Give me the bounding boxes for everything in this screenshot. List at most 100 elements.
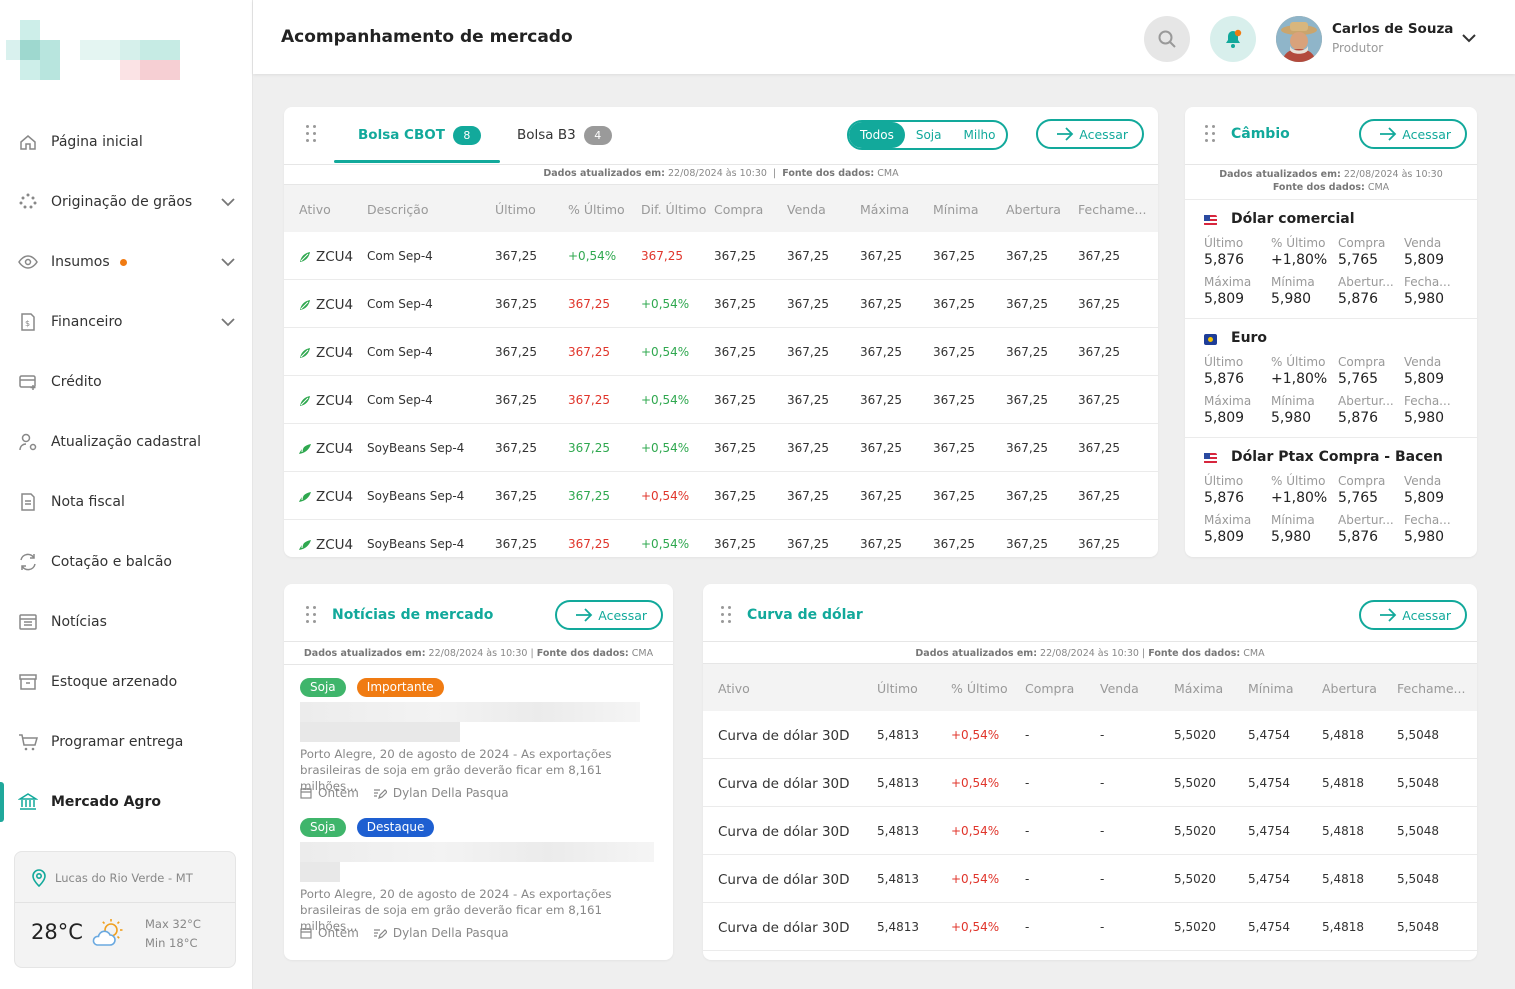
currency-block[interactable]: Dólar comercial Último 5,876 % Último +1,80%… bbox=[1185, 199, 1477, 318]
user-menu-chevron-icon[interactable] bbox=[1461, 30, 1477, 46]
column-header[interactable]: Venda bbox=[787, 202, 826, 217]
cell: 5,5020 bbox=[1174, 824, 1216, 838]
column-header[interactable]: Dif. Último bbox=[641, 202, 706, 217]
currency-value: 5,809 bbox=[1204, 410, 1245, 426]
column-header[interactable]: Máxima bbox=[860, 202, 909, 217]
table-row[interactable]: Curva de dólar 30D 5,4813 +0,54% - - 5,5020 5,… bbox=[703, 711, 1477, 759]
currency-label: Fecha... bbox=[1404, 394, 1451, 408]
filter-milho[interactable]: Milho bbox=[953, 122, 1007, 148]
column-header[interactable]: Fechame... bbox=[1397, 681, 1465, 696]
currency-block[interactable]: Euro Último 5,876 % Último +1,80% Compra 5,765… bbox=[1185, 318, 1477, 437]
table-row[interactable]: Curva de dólar 30D 5,4813 +0,54% - - 5,5020 5,… bbox=[703, 903, 1477, 951]
drag-handle-icon[interactable] bbox=[1205, 125, 1217, 143]
sidebar-item-credito[interactable]: Crédito bbox=[0, 352, 252, 412]
sidebar-item-atualizacao-cadastral[interactable]: Atualização cadastral bbox=[0, 412, 252, 472]
tab-bolsa-b3[interactable]: Bolsa B3 4 bbox=[517, 126, 612, 145]
column-header[interactable]: Venda bbox=[1100, 681, 1139, 696]
column-header[interactable]: Mínima bbox=[1248, 681, 1294, 696]
news-tag[interactable]: Soja bbox=[300, 818, 346, 837]
eye-icon bbox=[18, 252, 38, 272]
notifications-button[interactable] bbox=[1210, 16, 1256, 62]
sidebar-item-pagina-inicial[interactable]: Página inicial bbox=[0, 112, 252, 172]
cell-compra: 367,25 bbox=[714, 345, 756, 359]
table-row[interactable]: ZCU4 Com Sep-4 367,25 +0,54% 367,25 367,25 367… bbox=[284, 232, 1158, 280]
cell: 5,4818 bbox=[1322, 776, 1364, 790]
sidebar-item-estoque-arzenado[interactable]: Estoque arzenado bbox=[0, 652, 252, 712]
grain-icon bbox=[18, 192, 38, 212]
search-button[interactable] bbox=[1144, 16, 1190, 62]
table-row[interactable]: ZCU4 Com Sep-4 367,25 367,25 +0,54% 367,25 367… bbox=[284, 280, 1158, 328]
cell: 5,4818 bbox=[1322, 728, 1364, 742]
news-access-button[interactable]: Acessar bbox=[555, 600, 663, 630]
cell-ativo: ZCU4 bbox=[316, 537, 354, 553]
column-header[interactable]: Abertura bbox=[1322, 681, 1377, 696]
news-tag[interactable]: Importante bbox=[356, 678, 444, 697]
column-header[interactable]: Último bbox=[877, 681, 918, 696]
sidebar-item-nota-fiscal[interactable]: Nota fiscal bbox=[0, 472, 252, 532]
drag-handle-icon[interactable] bbox=[721, 606, 733, 624]
cell: 5,4813 bbox=[877, 728, 919, 742]
sidebar-item-originacao-de-graos[interactable]: Originação de grãos bbox=[0, 172, 252, 232]
table-row[interactable]: ZCU4 SoyBeans Sep-4 367,25 367,25 +0,54% 367,… bbox=[284, 424, 1158, 472]
cell-max: 367,25 bbox=[860, 537, 902, 551]
table-row[interactable]: Curva de dólar 30D 5,4813 +0,54% - - 5,5020 5,… bbox=[703, 855, 1477, 903]
cell-desc: Com Sep-4 bbox=[367, 249, 433, 263]
column-header[interactable]: % Último bbox=[568, 202, 625, 217]
table-row[interactable]: ZCU4 Com Sep-4 367,25 367,25 +0,54% 367,25 367… bbox=[284, 376, 1158, 424]
column-header[interactable]: Abertura bbox=[1006, 202, 1061, 217]
cell-fech: 367,25 bbox=[1078, 345, 1120, 359]
table-row[interactable]: ZCU4 Com Sep-4 367,25 367,25 +0,54% 367,25 367… bbox=[284, 328, 1158, 376]
svg-text:$: $ bbox=[25, 319, 30, 328]
sidebar-item-insumos[interactable]: Insumos bbox=[0, 232, 252, 292]
column-header[interactable]: Compra bbox=[1025, 681, 1074, 696]
filter-soja[interactable]: Soja bbox=[905, 122, 953, 148]
column-header[interactable]: Ativo bbox=[299, 202, 331, 217]
column-header[interactable]: Ativo bbox=[718, 681, 750, 696]
curva-access-button[interactable]: Acessar bbox=[1359, 600, 1467, 630]
column-header[interactable]: % Último bbox=[951, 681, 1008, 696]
sidebar-item-financeiro[interactable]: $ Financeiro bbox=[0, 292, 252, 352]
column-header[interactable]: Último bbox=[495, 202, 536, 217]
calendar-icon bbox=[300, 788, 312, 799]
cell-pct: 367,25 bbox=[568, 297, 610, 311]
table-row[interactable]: Curva de dólar 30D 5,4813 +0,54% - - 5,5020 5,… bbox=[703, 759, 1477, 807]
drag-handle-icon[interactable] bbox=[306, 125, 318, 143]
drag-handle-icon[interactable] bbox=[306, 606, 318, 624]
table-row[interactable]: ZCU4 SoyBeans Sep-4 367,25 367,25 +0,54% 367,… bbox=[284, 472, 1158, 520]
filter-todos[interactable]: Todos bbox=[849, 122, 905, 148]
cell: 5,5020 bbox=[1174, 728, 1216, 742]
sidebar-item-programar-entrega[interactable]: Programar entrega bbox=[0, 712, 252, 772]
bolsa-access-button[interactable]: Acessar bbox=[1036, 119, 1144, 149]
user-photo-icon bbox=[1276, 16, 1322, 62]
column-header[interactable]: Fechame... bbox=[1078, 202, 1146, 217]
sidebar-item-cotacao-e-balcao[interactable]: Cotação e balcão bbox=[0, 532, 252, 592]
currency-label: Abertur... bbox=[1338, 275, 1394, 289]
table-row[interactable]: ZCU4 SoyBeans Sep-4 367,25 367,25 +0,54% 367,… bbox=[284, 520, 1158, 557]
column-header[interactable]: Descrição bbox=[367, 202, 429, 217]
cell: 5,5020 bbox=[1174, 920, 1216, 934]
cambio-access-button[interactable]: Acessar bbox=[1359, 119, 1467, 149]
column-header[interactable]: Máxima bbox=[1174, 681, 1223, 696]
currency-block[interactable]: Dólar Ptax Compra - Bacen Último 5,876 % Úl… bbox=[1185, 437, 1477, 556]
tab-bolsa-cbot[interactable]: Bolsa CBOT 8 bbox=[358, 126, 481, 145]
cell-ultimo: 367,25 bbox=[495, 489, 537, 503]
cell-max: 367,25 bbox=[860, 489, 902, 503]
cell-pct: 367,25 bbox=[568, 393, 610, 407]
column-header[interactable]: Mínima bbox=[933, 202, 979, 217]
cell: +0,54% bbox=[951, 920, 1000, 934]
news-tag[interactable]: Soja bbox=[300, 678, 346, 697]
currency-value: 5,876 bbox=[1338, 410, 1379, 426]
sidebar-item-noticias[interactable]: Notícias bbox=[0, 592, 252, 652]
sidebar-item-mercado-agro[interactable]: Mercado Agro bbox=[0, 772, 252, 832]
table-row[interactable]: Curva de dólar 30D 5,4813 +0,54% - - 5,5020 5,… bbox=[703, 807, 1477, 855]
currency-label: Fecha... bbox=[1404, 513, 1451, 527]
chevron-down-icon[interactable] bbox=[220, 194, 236, 210]
news-tag[interactable]: Destaque bbox=[356, 818, 435, 837]
chevron-down-icon[interactable] bbox=[220, 314, 236, 330]
cell-compra: 367,25 bbox=[714, 249, 756, 263]
currency-value: +1,80% bbox=[1271, 371, 1328, 387]
avatar[interactable] bbox=[1276, 16, 1322, 62]
column-header[interactable]: Compra bbox=[714, 202, 763, 217]
chevron-down-icon[interactable] bbox=[220, 254, 236, 270]
company-logo[interactable] bbox=[6, 20, 180, 80]
